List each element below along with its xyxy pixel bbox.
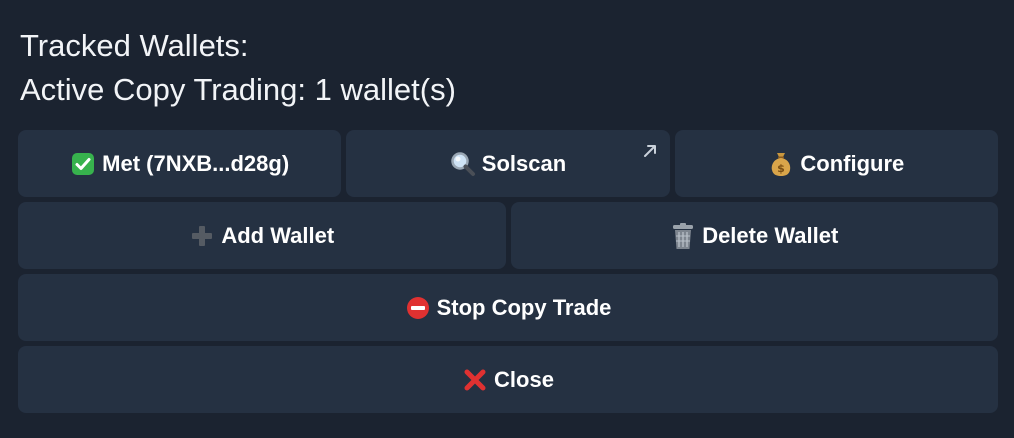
trash-icon (670, 222, 696, 249)
stop-copy-trade-button[interactable]: Stop Copy Trade (18, 274, 998, 341)
cross-mark-icon (462, 367, 488, 393)
wallet-button-label: Met (7NXB...d28g) (102, 150, 290, 176)
check-mark-icon (70, 151, 96, 177)
external-link-icon (642, 139, 658, 157)
inline-keyboard: Met (7NXB...d28g) Solscan $ Configure Ad… (18, 130, 998, 418)
solscan-button-label: Solscan (481, 150, 567, 176)
keyboard-row-1: Met (7NXB...d28g) Solscan $ Configure (18, 130, 998, 197)
close-button[interactable]: Close (18, 346, 998, 413)
keyboard-row-2: Add Wallet Delete Wallet (18, 202, 998, 269)
keyboard-row-3: Stop Copy Trade (18, 274, 998, 341)
configure-button[interactable]: $ Configure (674, 130, 998, 197)
message-status: Active Copy Trading: 1 wallet(s) (20, 72, 456, 107)
solscan-button[interactable]: Solscan (346, 130, 670, 197)
delete-wallet-button-label: Delete Wallet (702, 222, 839, 248)
magnifier-icon (450, 151, 476, 177)
bot-message-panel: Tracked Wallets: Active Copy Trading: 1 … (0, 0, 1014, 438)
configure-button-label: Configure (800, 150, 905, 176)
plus-icon (189, 223, 215, 249)
add-wallet-button[interactable]: Add Wallet (18, 202, 506, 269)
delete-wallet-button[interactable]: Delete Wallet (510, 202, 998, 269)
add-wallet-button-label: Add Wallet (221, 222, 335, 248)
keyboard-row-4: Close (18, 346, 998, 413)
message-title: Tracked Wallets: (20, 28, 249, 63)
no-entry-icon (405, 295, 431, 321)
wallet-button[interactable]: Met (7NXB...d28g) (18, 130, 342, 197)
money-bag-icon: $ (768, 151, 794, 177)
close-button-label: Close (494, 366, 554, 392)
stop-copy-trade-button-label: Stop Copy Trade (436, 294, 612, 320)
svg-text:$: $ (778, 162, 786, 175)
